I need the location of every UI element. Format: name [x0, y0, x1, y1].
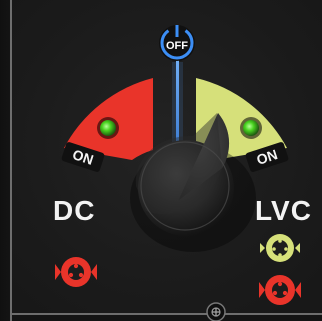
power-off-label: OFF: [166, 40, 188, 52]
lvc-red-connector-icon: [259, 275, 301, 305]
screw-icon: [206, 302, 226, 321]
lvc-label: LVC: [255, 195, 312, 226]
mode-dial-svg: ON ON OFF: [55, 25, 301, 321]
lvc-led: [243, 120, 259, 136]
dc-led: [100, 120, 116, 136]
power-button[interactable]: OFF: [159, 25, 195, 61]
control-panel: ON ON OFF DC LVC: [0, 0, 322, 321]
dc-label: DC: [53, 195, 96, 226]
red-connector-icon: [55, 257, 97, 287]
yellow-connector-icon: [260, 234, 300, 262]
